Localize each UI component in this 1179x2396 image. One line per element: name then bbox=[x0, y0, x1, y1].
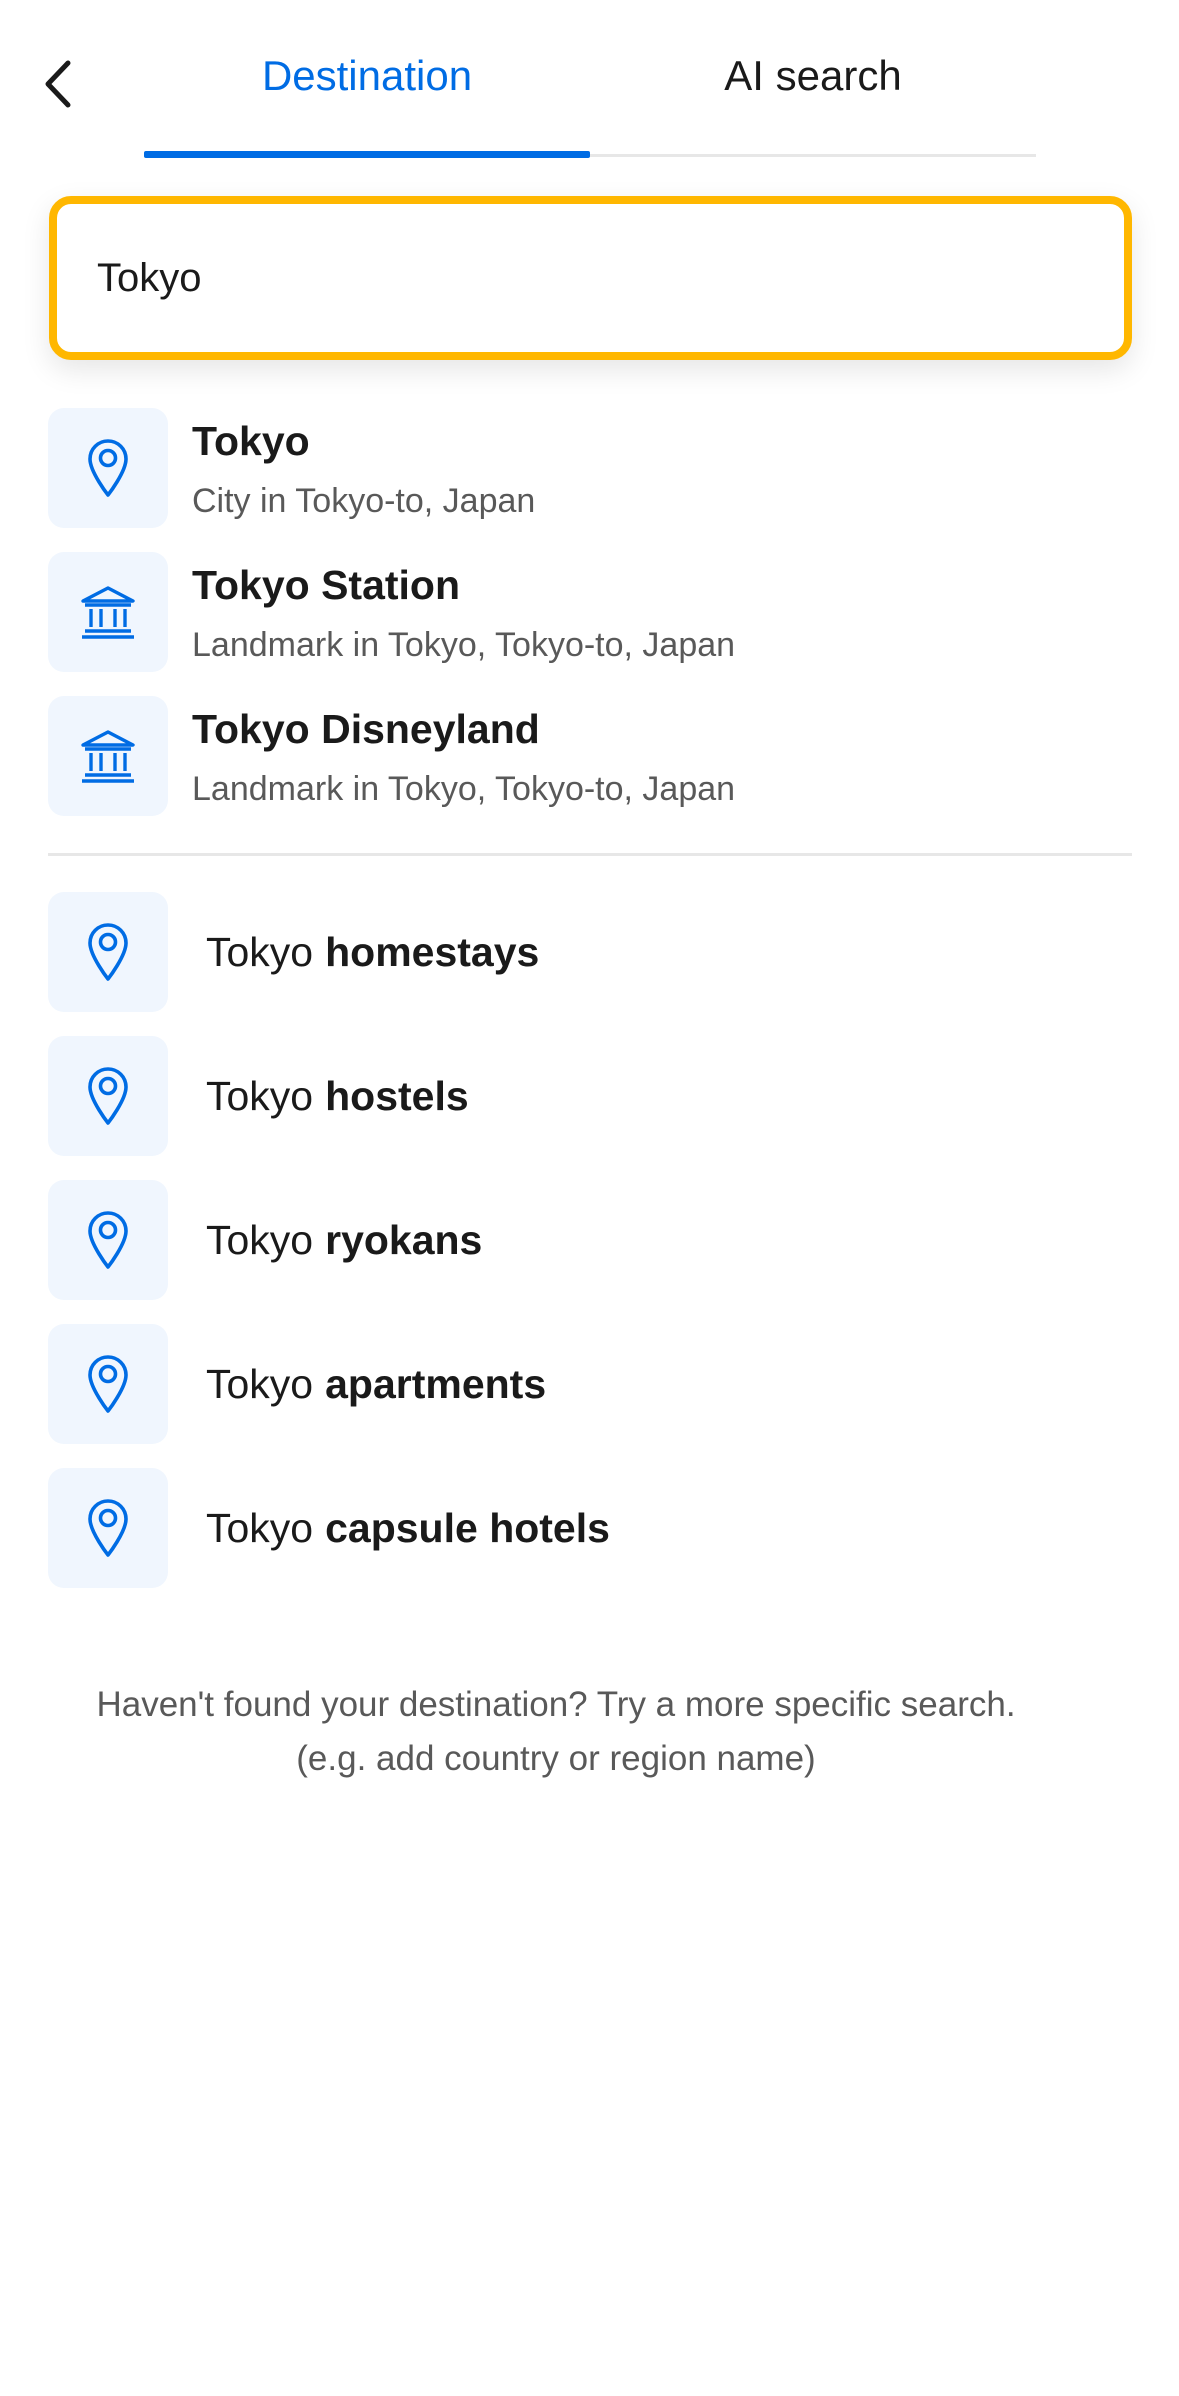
suggestion-capsule-hotels[interactable]: Tokyo capsule hotels bbox=[48, 1468, 1132, 1588]
tab-ai-search-label: AI search bbox=[724, 52, 902, 99]
suggestion-keyword: capsule hotels bbox=[325, 1504, 610, 1551]
no-results-hint: Haven't found your destination? Try a mo… bbox=[0, 1678, 1112, 1786]
suggestion-text: Tokyo apartments bbox=[206, 1324, 546, 1444]
result-icon-box bbox=[48, 552, 168, 672]
result-icon-box bbox=[48, 408, 168, 528]
location-pin-icon bbox=[88, 1067, 128, 1125]
search-field-container bbox=[49, 196, 1132, 360]
result-item-tokyo-disneyland[interactable]: Tokyo Disneyland Landmark in Tokyo, Toky… bbox=[48, 696, 1132, 816]
suggestion-homestays[interactable]: Tokyo homestays bbox=[48, 892, 1132, 1012]
result-icon-box bbox=[48, 696, 168, 816]
result-subtitle: City in Tokyo-to, Japan bbox=[192, 482, 536, 520]
landmark-icon bbox=[81, 730, 135, 783]
location-pin-icon bbox=[88, 1499, 128, 1557]
tab-destination[interactable]: Destination bbox=[144, 0, 590, 156]
suggestion-text: Tokyo capsule hotels bbox=[206, 1468, 610, 1588]
suggestion-text: Tokyo homestays bbox=[206, 892, 539, 1012]
result-title: Tokyo bbox=[192, 418, 310, 464]
suggestion-icon-box bbox=[48, 892, 168, 1012]
suggestion-prefix: Tokyo bbox=[206, 1504, 314, 1551]
result-subtitle: Landmark in Tokyo, Tokyo-to, Japan bbox=[192, 770, 736, 808]
suggestion-prefix: Tokyo bbox=[206, 1072, 314, 1119]
result-item-tokyo-station[interactable]: Tokyo Station Landmark in Tokyo, Tokyo-t… bbox=[48, 552, 1132, 672]
suggestion-keyword: homestays bbox=[325, 928, 540, 975]
location-pin-icon bbox=[88, 1355, 128, 1413]
tab-active-indicator bbox=[144, 151, 590, 158]
location-pin-icon bbox=[88, 439, 128, 497]
search-input[interactable] bbox=[97, 204, 1077, 352]
chevron-left-icon bbox=[45, 60, 71, 108]
landmark-icon bbox=[81, 586, 135, 639]
result-title: Tokyo Station bbox=[192, 562, 461, 608]
suggestion-icon-box bbox=[48, 1324, 168, 1444]
suggestion-keyword: ryokans bbox=[325, 1216, 483, 1263]
tab-destination-label: Destination bbox=[261, 52, 473, 99]
suggestion-icon-box bbox=[48, 1468, 168, 1588]
hint-line-2: (e.g. add country or region name) bbox=[296, 1739, 816, 1778]
suggestion-icon-box bbox=[48, 1180, 168, 1300]
suggestion-apartments[interactable]: Tokyo apartments bbox=[48, 1324, 1132, 1444]
tab-ai-search[interactable]: AI search bbox=[590, 0, 1036, 156]
result-title: Tokyo Disneyland bbox=[192, 706, 540, 752]
result-subtitle: Landmark in Tokyo, Tokyo-to, Japan bbox=[192, 626, 736, 664]
location-pin-icon bbox=[88, 923, 128, 981]
suggestion-keyword: apartments bbox=[325, 1360, 547, 1407]
hint-line-1: Haven't found your destination? Try a mo… bbox=[96, 1685, 1016, 1724]
result-item-tokyo[interactable]: Tokyo City in Tokyo-to, Japan bbox=[48, 408, 1132, 528]
suggestion-keyword: hostels bbox=[325, 1072, 469, 1119]
suggestion-prefix: Tokyo bbox=[206, 1360, 314, 1407]
divider bbox=[48, 853, 1132, 856]
tab-bar: Destination AI search bbox=[144, 0, 1036, 160]
suggestion-hostels[interactable]: Tokyo hostels bbox=[48, 1036, 1132, 1156]
suggestion-text: Tokyo ryokans bbox=[206, 1180, 482, 1300]
suggestion-icon-box bbox=[48, 1036, 168, 1156]
location-pin-icon bbox=[88, 1211, 128, 1269]
suggestion-ryokans[interactable]: Tokyo ryokans bbox=[48, 1180, 1132, 1300]
suggestion-prefix: Tokyo bbox=[206, 928, 314, 975]
back-button[interactable] bbox=[30, 52, 86, 116]
header: Destination AI search bbox=[0, 0, 1179, 160]
suggestion-text: Tokyo hostels bbox=[206, 1036, 469, 1156]
suggestion-prefix: Tokyo bbox=[206, 1216, 314, 1263]
